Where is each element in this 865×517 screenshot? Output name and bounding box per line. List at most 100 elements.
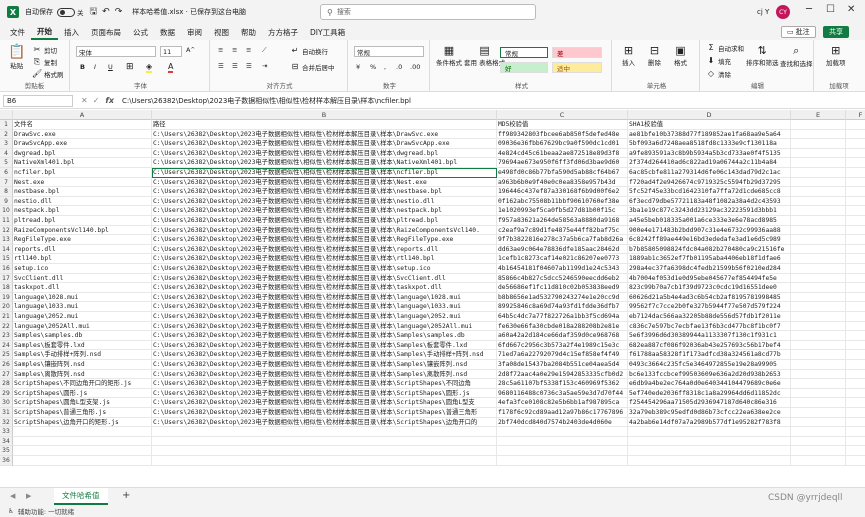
share-button[interactable]: 共享: [823, 26, 849, 38]
empty-cell[interactable]: [791, 408, 846, 418]
format-painter-button[interactable]: 🖌 格式刷: [32, 69, 64, 79]
row-header[interactable]: 23: [0, 331, 13, 341]
font-color-icon[interactable]: A: [168, 62, 174, 73]
empty-cell[interactable]: [152, 446, 497, 456]
cell-sha1[interactable]: a9fe893591a3c8b9b5934a5b3cd733ae0f4f5135: [628, 148, 791, 159]
cell-filename[interactable]: language\2052.mui: [13, 312, 152, 322]
cell-sha1[interactable]: 0493c3664c235fc5e3464972855e19e28a99905: [628, 360, 791, 370]
empty-cell[interactable]: [846, 158, 865, 168]
font-size-select[interactable]: 11: [160, 46, 182, 57]
empty-cell[interactable]: [791, 206, 846, 216]
select-all-corner[interactable]: [0, 110, 13, 120]
autosave-toggle[interactable]: [57, 7, 75, 17]
cell-filename[interactable]: ScriptShapes\圆形.js: [13, 388, 152, 399]
prev-sheet-icon[interactable]: ◀: [10, 492, 15, 500]
empty-cell[interactable]: [628, 436, 791, 447]
enter-icon[interactable]: ✓: [93, 96, 100, 105]
italic-button[interactable]: I: [94, 63, 96, 71]
menu-review[interactable]: 审阅: [181, 24, 208, 40]
empty-cell[interactable]: [791, 120, 846, 130]
cell-path[interactable]: C:\Users\26382\Desktop\2023电子数据相似性\相似性\检…: [152, 408, 497, 418]
cell-filename[interactable]: language\1028.mui: [13, 292, 152, 303]
cell-path[interactable]: C:\Users\26382\Desktop\2023电子数据相似性\相似性\检…: [152, 388, 497, 399]
save-icon[interactable]: 🖫: [90, 4, 98, 20]
cell-path[interactable]: C:\Users\26382\Desktop\2023电子数据相似性\相似性\检…: [152, 360, 497, 370]
cell-filename[interactable]: pltread.bpl: [13, 216, 152, 226]
empty-cell[interactable]: [791, 360, 846, 370]
empty-cell[interactable]: [791, 264, 846, 274]
cell-md5[interactable]: de56686ef1fc11d810c02b053838eed9: [497, 283, 628, 293]
empty-cell[interactable]: [846, 197, 865, 207]
cell-md5[interactable]: 1cefb1c8273caf14e021c86207ee0773: [497, 254, 628, 264]
row-header[interactable]: 11: [0, 216, 13, 226]
empty-cell[interactable]: [791, 273, 846, 284]
cell-md5[interactable]: ff989342803fbcee6ab850f5defed48e: [497, 129, 628, 140]
cell-filename[interactable]: SvcClient.dll: [13, 273, 152, 284]
row-header[interactable]: 36: [0, 456, 13, 466]
row-header[interactable]: 34: [0, 436, 13, 447]
maximize-icon[interactable]: ☐: [826, 4, 835, 15]
cell-filename[interactable]: nestio.dll: [13, 196, 152, 207]
empty-cell[interactable]: [791, 331, 846, 341]
comma-icon[interactable]: ,: [384, 63, 386, 71]
empty-cell[interactable]: [846, 389, 865, 399]
empty-cell[interactable]: [846, 206, 865, 216]
cell-filename[interactable]: taskxpot.dll: [13, 283, 152, 293]
cell-sha1[interactable]: 6ac85cbfe811a279314d6fe06c143dad79d2c1ac: [628, 168, 791, 178]
cell-sha1[interactable]: 900e4e171483b2bdd907c31e4e6732c99936aa88: [628, 225, 791, 236]
cell-filename[interactable]: language\1033.mui: [13, 302, 152, 312]
row-header[interactable]: 15: [0, 254, 13, 264]
cell-md5[interactable]: 89925846c8a69d74a93fd1fdde36dfb7: [497, 302, 628, 312]
cell-filename[interactable]: Samples\手动排样+阵列.nsd: [13, 350, 152, 360]
empty-cell[interactable]: [846, 408, 865, 418]
cell-md5[interactable]: e498fd0c86b77bfa590d5ab88cf64b67: [497, 168, 628, 178]
cell-path[interactable]: C:\Users\26382\Desktop\2023电子数据相似性\相似性\检…: [152, 312, 497, 322]
merge-center-button[interactable]: ⊟ 合并后居中: [290, 62, 335, 72]
row-header[interactable]: 13: [0, 235, 13, 245]
column-header-f[interactable]: F: [846, 110, 865, 120]
cell-filename[interactable]: RaizeComponentsVcl140.bpl: [13, 225, 152, 236]
find-select-button[interactable]: ⌕ 查找和选择: [780, 44, 813, 68]
cell-path[interactable]: C:\Users\26382\Desktop\2023电子数据相似性\相似性\检…: [152, 264, 497, 274]
empty-cell[interactable]: [791, 196, 846, 207]
empty-cell[interactable]: [846, 312, 865, 322]
cell-filename[interactable]: ScriptShapes\普通三角形.js: [13, 408, 152, 418]
cell-filename[interactable]: Samples\离散阵列.nsd: [13, 369, 152, 380]
empty-cell[interactable]: [846, 168, 865, 178]
empty-cell[interactable]: [791, 369, 846, 380]
row-header[interactable]: 33: [0, 427, 13, 437]
empty-cell[interactable]: [791, 436, 846, 447]
row-header[interactable]: 21: [0, 312, 13, 322]
empty-cell[interactable]: [13, 436, 152, 447]
cell-sha1[interactable]: 6c8242ff89ae449e16bd3ededafe3ad1e6d5c989: [628, 235, 791, 245]
empty-cell[interactable]: [846, 120, 865, 130]
cell-md5[interactable]: 28c5a61107bf5338f153c460969f5362: [497, 379, 628, 389]
fill-button[interactable]: ⬇ 填充: [706, 56, 731, 66]
empty-cell[interactable]: [628, 456, 791, 466]
empty-cell[interactable]: [846, 331, 865, 341]
cell-filename[interactable]: dwgread.bpl: [13, 148, 152, 159]
empty-cell[interactable]: [791, 129, 846, 140]
header-cell[interactable]: 文件名: [13, 120, 152, 130]
row-header[interactable]: 3: [0, 139, 13, 149]
cell-path[interactable]: C:\Users\26382\Desktop\2023电子数据相似性\相似性\检…: [152, 177, 497, 188]
add-sheet-button[interactable]: +: [122, 490, 130, 501]
cell-md5[interactable]: a963b6b0e9f40e0c0ea8358e957b43d: [497, 177, 628, 188]
column-header-d[interactable]: D: [628, 110, 791, 120]
undo-icon[interactable]: ↶: [102, 7, 110, 17]
empty-cell[interactable]: [846, 350, 865, 360]
empty-cell[interactable]: [846, 254, 865, 264]
empty-cell[interactable]: [791, 216, 846, 226]
cell-filename[interactable]: reports.dll: [13, 244, 152, 255]
cell-sha1[interactable]: 99562f7c7cce2b0fe327b5944f77e507d579f224: [628, 302, 791, 312]
cell-sha1[interactable]: e6db9a4be2ec764a0d0e640344104479689c0e6e: [628, 379, 791, 389]
cell-path[interactable]: C:\Users\26382\Desktop\2023电子数据相似性\相似性\检…: [152, 350, 497, 360]
cell-path[interactable]: C:\Users\26382\Desktop\2023电子数据相似性\相似性\检…: [152, 148, 497, 159]
cell-md5[interactable]: 0f162abc75508b11bbf90610760ef38e: [497, 196, 628, 207]
cell-filename[interactable]: RegFileType.exe: [13, 235, 152, 245]
insert-button[interactable]: ⊞ 插入: [622, 44, 635, 67]
cell-path[interactable]: C:\Users\26382\Desktop\2023电子数据相似性\相似性\检…: [152, 340, 497, 351]
header-cell[interactable]: MD5校验值: [497, 120, 628, 130]
empty-cell[interactable]: [791, 321, 846, 332]
cell-path[interactable]: C:\Users\26382\Desktop\2023电子数据相似性\相似性\检…: [152, 369, 497, 380]
